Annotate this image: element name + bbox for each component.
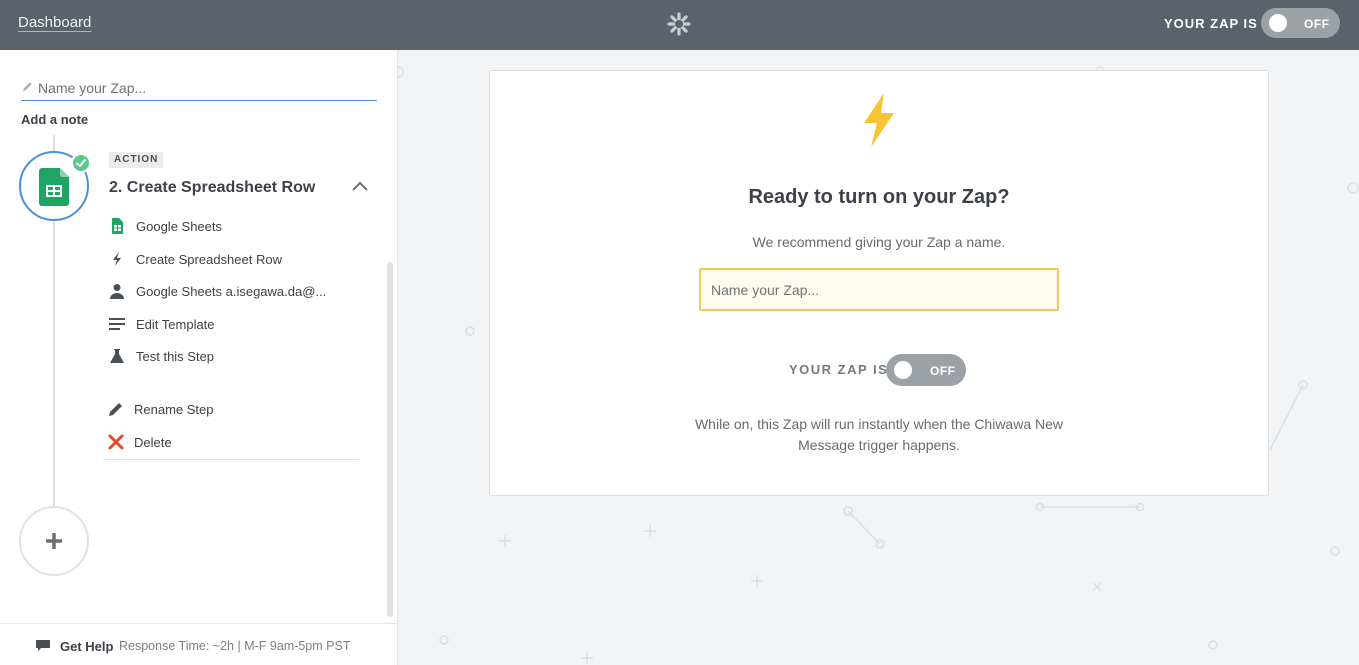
- user-icon: [110, 284, 124, 299]
- lines-icon: [109, 318, 125, 330]
- toggle-state-label: OFF: [930, 364, 956, 378]
- step-type-badge: ACTION: [109, 152, 164, 168]
- zap-name-input[interactable]: [38, 78, 368, 98]
- dashboard-link[interactable]: Dashboard: [18, 14, 91, 31]
- menu-item-label: Edit Template: [136, 317, 215, 332]
- menu-item-label: Rename Step: [134, 402, 214, 417]
- step-menu-rename[interactable]: Rename Step: [103, 397, 359, 421]
- step-menu-edit-template[interactable]: Edit Template: [103, 312, 359, 336]
- chevron-up-icon[interactable]: [351, 180, 369, 192]
- add-step-button[interactable]: [19, 506, 89, 576]
- menu-item-label: Delete: [134, 435, 172, 450]
- zap-name-field[interactable]: [21, 78, 377, 101]
- step-menu-delete[interactable]: Delete: [103, 430, 359, 454]
- zap-name-input[interactable]: [699, 268, 1059, 311]
- step-menu-choose-app[interactable]: Google Sheets: [103, 214, 359, 238]
- menu-item-label: Google Sheets a.isegawa.da@...: [136, 284, 327, 299]
- add-note-link[interactable]: Add a note: [21, 112, 88, 127]
- help-footer: Get Help Response Time: ~2h | M-F 9am-5p…: [0, 623, 397, 665]
- menu-item-label: Create Spreadsheet Row: [136, 252, 282, 267]
- turn-on-zap-card: Ready to turn on your Zap? We recommend …: [489, 70, 1269, 496]
- zapier-logo-icon[interactable]: [667, 12, 691, 36]
- step-menu-account[interactable]: Google Sheets a.isegawa.da@...: [103, 279, 359, 303]
- pencil-icon: [109, 403, 122, 416]
- plus-icon: [46, 533, 62, 549]
- menu-item-label: Test this Step: [136, 349, 215, 364]
- timeline-connector: [53, 221, 55, 508]
- pencil-icon: [22, 82, 32, 92]
- card-title: Ready to turn on your Zap?: [748, 186, 1010, 208]
- flask-icon: [110, 349, 124, 363]
- close-icon: [108, 434, 124, 450]
- sidebar: Add a note ACTION 2. Create Spreadsheet …: [0, 50, 398, 665]
- step-menu-choose-action[interactable]: Create Spreadsheet Row: [103, 247, 359, 271]
- menu-divider: [103, 459, 359, 460]
- zap-toggle[interactable]: OFF: [1261, 8, 1340, 38]
- step-title[interactable]: 2. Create Spreadsheet Row: [109, 179, 315, 197]
- sidebar-scrollbar[interactable]: [387, 262, 393, 617]
- step-complete-check-icon: [71, 153, 91, 173]
- chat-icon: [36, 640, 50, 651]
- card-subtitle: We recommend giving your Zap a name.: [752, 234, 1006, 250]
- card-description: While on, this Zap will run instantly wh…: [694, 416, 1064, 453]
- get-help-link[interactable]: Get Help: [60, 639, 113, 654]
- response-time-text: Response Time: ~2h | M-F 9am-5pm PST: [119, 639, 351, 653]
- toggle-knob: [1269, 14, 1287, 32]
- google-sheets-icon: [112, 218, 123, 234]
- zap-status-label: YOUR ZAP IS: [789, 362, 889, 377]
- toggle-state-label: OFF: [1304, 17, 1330, 31]
- zap-status-label: YOUR ZAP IS: [1164, 16, 1258, 31]
- google-sheets-icon: [39, 168, 69, 206]
- zap-toggle[interactable]: OFF: [886, 354, 966, 386]
- menu-item-label: Google Sheets: [136, 219, 223, 234]
- toggle-knob: [894, 361, 912, 379]
- step-menu-test[interactable]: Test this Step: [103, 344, 359, 368]
- bolt-icon: [864, 93, 894, 147]
- bolt-icon: [113, 252, 121, 266]
- top-bar: Dashboard YOUR ZAP IS OFF: [0, 0, 1359, 50]
